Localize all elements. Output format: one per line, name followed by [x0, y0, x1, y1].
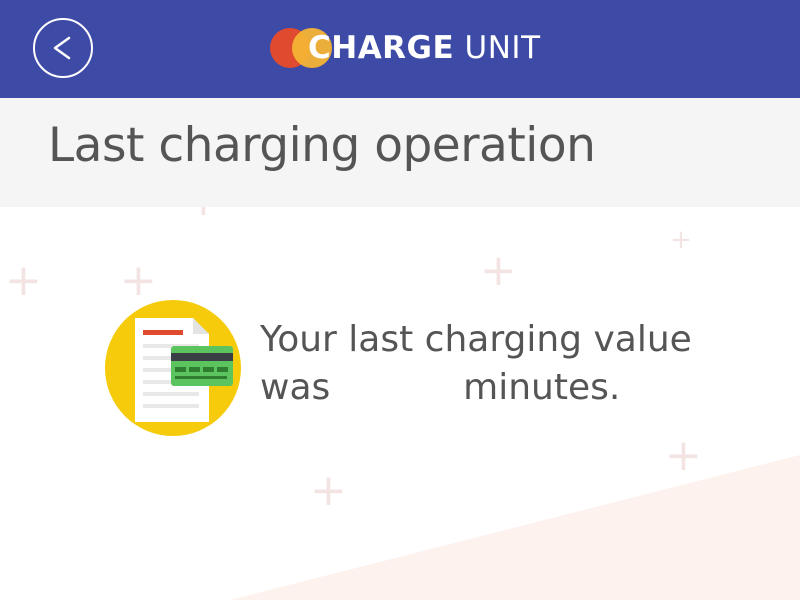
brand-name-bold: CHARGE	[308, 30, 455, 66]
document-credit-card-icon	[105, 300, 241, 436]
message-suffix: minutes.	[463, 367, 621, 408]
brand-name-light: UNIT	[464, 30, 541, 66]
plus-decoration-icon: +	[120, 255, 157, 306]
plus-decoration-icon: +	[5, 255, 42, 306]
back-button[interactable]	[33, 18, 93, 78]
last-charge-message: Your last charging value was minutes.	[260, 316, 780, 412]
plus-decoration-icon: +	[480, 245, 517, 296]
message-prefix: Your last charging value	[260, 319, 692, 360]
brand-name: CHARGE UNIT	[308, 30, 541, 66]
brand-logo: CHARGE UNIT	[270, 22, 540, 74]
page-title: Last charging operation	[48, 118, 596, 173]
plus-decoration-icon: +	[665, 430, 702, 481]
plus-decoration-icon: +	[670, 225, 692, 255]
app-header: CHARGE UNIT	[0, 0, 800, 98]
logo-mark-icon: CHARGE UNIT	[270, 22, 540, 74]
message-was: was	[260, 367, 331, 408]
chevron-left-icon	[53, 36, 71, 60]
plus-decoration-icon: +	[310, 465, 347, 516]
